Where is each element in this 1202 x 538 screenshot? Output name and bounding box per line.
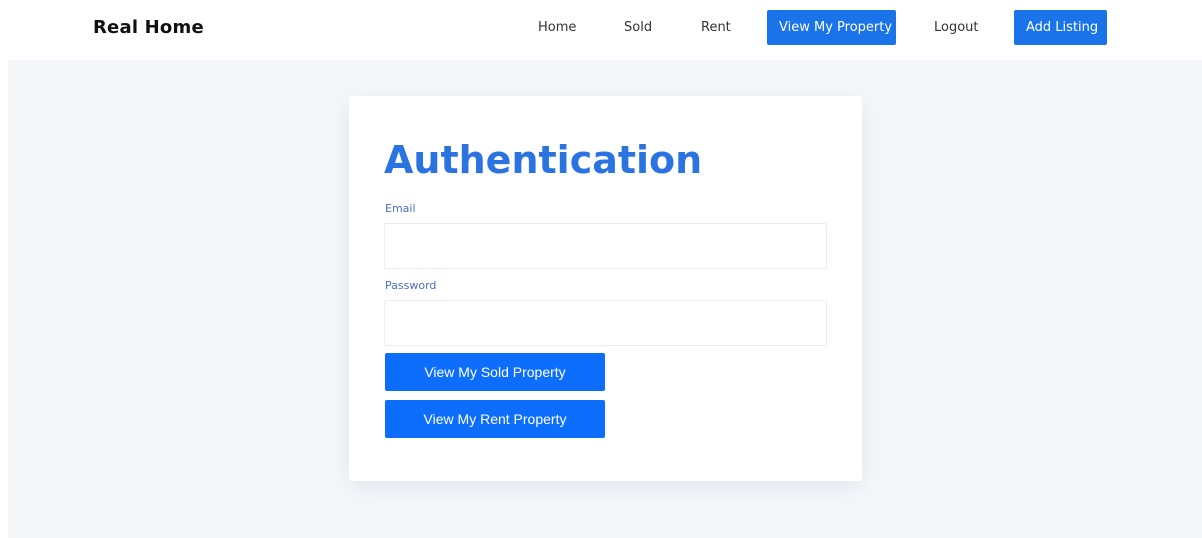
password-label: Password bbox=[385, 279, 437, 292]
auth-title: Authentication bbox=[384, 138, 703, 182]
password-input[interactable] bbox=[384, 300, 827, 346]
view-rent-property-button[interactable]: View My Rent Property bbox=[385, 400, 605, 438]
email-input[interactable] bbox=[384, 223, 827, 269]
view-sold-property-button[interactable]: View My Sold Property bbox=[385, 353, 605, 391]
nav-sold-link[interactable]: Sold bbox=[624, 20, 652, 35]
email-label: Email bbox=[385, 202, 416, 215]
auth-card: Authentication Email Password View My So… bbox=[349, 96, 862, 481]
top-navbar: Real Home Home Sold Rent View My Propert… bbox=[0, 0, 1202, 60]
brand-logo[interactable]: Real Home bbox=[93, 17, 204, 38]
add-listing-button[interactable]: Add Listing bbox=[1014, 10, 1107, 45]
nav-rent-link[interactable]: Rent bbox=[701, 20, 731, 35]
view-my-property-button[interactable]: View My Property bbox=[767, 10, 896, 45]
nav-home-link[interactable]: Home bbox=[538, 20, 576, 35]
nav-logout-link[interactable]: Logout bbox=[934, 20, 979, 35]
